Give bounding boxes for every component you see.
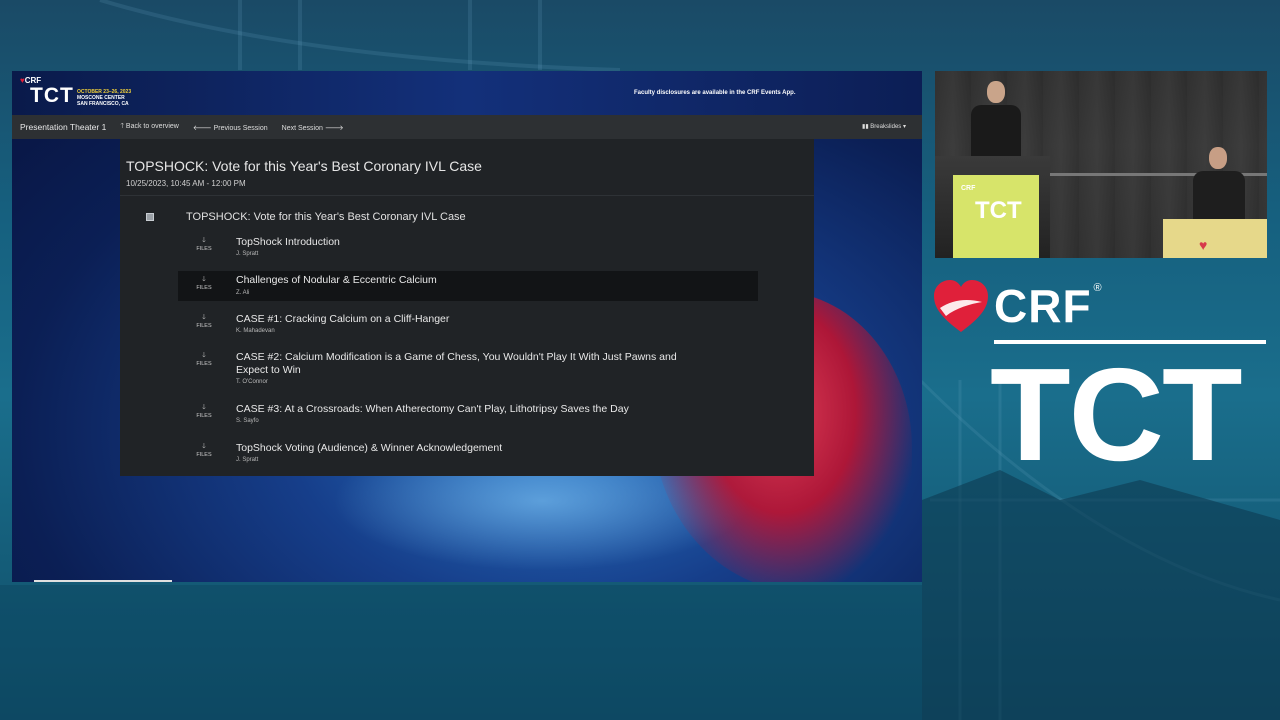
download-files-button[interactable]: 🡓 FILES — [194, 237, 214, 253]
crf-brand-text: CRF — [994, 280, 1092, 332]
talk-speaker: T. O'Connor — [236, 379, 268, 385]
talk-speaker: K. Mahadevan — [236, 328, 275, 334]
talk-item[interactable]: 🡓 FILES TopShock Voting (Audience) & Winn… — [178, 440, 758, 470]
download-files-button[interactable]: 🡓 FILES — [194, 276, 214, 292]
talk-speaker: J. Spratt — [236, 251, 259, 257]
next-session-link[interactable]: Next Session 🡒 — [282, 123, 344, 132]
crf-brand-logo: CRF ® — [932, 278, 1102, 334]
podium-tct-logo: TCT — [975, 197, 1022, 224]
files-label: FILES — [196, 361, 212, 367]
disclosure-text: Faculty disclosures are available in the… — [634, 90, 796, 96]
speaker-head — [987, 81, 1005, 103]
panelist-head — [1209, 147, 1227, 169]
arrow-right-icon: 🡒 — [322, 124, 344, 132]
speaker-camera-feed: CRF TCT ♥ — [935, 71, 1267, 258]
back-to-overview-link[interactable]: 🡑 Back to overview — [120, 122, 179, 133]
talk-title[interactable]: CASE #1: Cracking Calcium on a Cliff-Han… — [236, 313, 706, 326]
talk-speaker: Z. Ali — [236, 290, 250, 296]
download-files-button[interactable]: 🡓 FILES — [194, 443, 214, 459]
session-subtitle: TOPSHOCK: Vote for this Year's Best Coro… — [186, 211, 466, 223]
tct-logo: TCT — [30, 84, 74, 107]
navbar: Presentation Theater 1 🡑 Back to overvie… — [12, 115, 922, 139]
back-label: Back to overview — [125, 122, 179, 130]
prev-label: Previous Session — [213, 124, 268, 132]
session-datetime: 10/25/2023, 10:45 AM - 12:00 PM — [126, 179, 246, 188]
panelist-body — [1193, 171, 1245, 221]
talk-item[interactable]: 🡓 FILES TopShock Introduction J. Spratt — [178, 234, 758, 264]
podium-crf-logo: CRF — [961, 185, 976, 192]
files-label: FILES — [196, 452, 212, 458]
talk-title[interactable]: TopShock Voting (Audience) & Winner Ackn… — [236, 442, 706, 455]
arrow-down-icon: 🡓 — [202, 443, 206, 450]
talk-title[interactable]: CASE #3: At a Crossroads: When Atherecto… — [236, 403, 706, 416]
talk-item[interactable]: 🡓 FILES CASE #1: Cracking Calcium on a Cl… — [178, 311, 758, 341]
files-label: FILES — [196, 246, 212, 252]
arrow-left-icon: 🡐 — [192, 124, 214, 132]
podium-sign: CRF TCT — [953, 175, 1039, 258]
registered-mark: ® — [1093, 282, 1102, 294]
video-progress-bar[interactable] — [34, 580, 172, 582]
talk-speaker: S. Sayfo — [236, 418, 259, 424]
panel-table: ♥ — [1163, 219, 1267, 258]
download-files-button[interactable]: 🡓 FILES — [194, 314, 214, 330]
navbar-brand[interactable]: Presentation Theater 1 — [20, 122, 106, 132]
arrow-down-icon: 🡓 — [202, 352, 206, 359]
session-title: TOPSHOCK: Vote for this Year's Best Coro… — [126, 158, 482, 174]
files-label: FILES — [196, 285, 212, 291]
arrow-down-icon: 🡓 — [202, 237, 206, 244]
talk-speaker: J. Spratt — [236, 457, 259, 463]
files-label: FILES — [196, 323, 212, 329]
presentation-screen: ♥CRF TCT OCTOBER 23–26, 2023 MOSCONE CEN… — [12, 71, 922, 582]
previous-session-link[interactable]: 🡐 Previous Session — [193, 123, 268, 132]
seated-panelist — [1189, 147, 1249, 227]
event-info: OCTOBER 23–26, 2023 MOSCONE CENTER SAN F… — [77, 89, 131, 107]
next-label: Next Session — [281, 124, 323, 132]
divider — [120, 195, 814, 196]
session-panel: TOPSHOCK: Vote for this Year's Best Coro… — [120, 139, 814, 476]
event-banner: ♥CRF TCT OCTOBER 23–26, 2023 MOSCONE CEN… — [12, 71, 922, 115]
talk-title[interactable]: TopShock Introduction — [236, 236, 706, 249]
talk-item[interactable]: 🡓 FILES CASE #2: Calcium Modification is … — [178, 349, 758, 389]
speaker-at-podium — [965, 77, 1025, 167]
arrow-down-icon: 🡓 — [202, 276, 206, 283]
breakslides-label: Breakslides — [870, 124, 902, 130]
download-files-button[interactable]: 🡓 FILES — [194, 352, 214, 368]
tct-brand-text: TCT — [990, 341, 1243, 488]
arrow-down-icon: 🡓 — [202, 404, 206, 411]
files-label: FILES — [196, 413, 212, 419]
talk-item-highlighted[interactable]: 🡓 FILES Challenges of Nodular & Eccentric… — [178, 271, 758, 301]
caret-down-icon: ▾ — [901, 124, 906, 130]
download-files-button[interactable]: 🡓 FILES — [194, 404, 214, 420]
crf-heart-icon — [934, 280, 988, 332]
arrow-down-icon: 🡓 — [202, 314, 206, 321]
breakslides-dropdown[interactable]: ▮▮ Breakslides ▾ — [862, 123, 906, 130]
talk-item[interactable]: 🡓 FILES CASE #3: At a Crossroads: When At… — [178, 401, 758, 431]
talk-title[interactable]: CASE #2: Calcium Modification is a Game … — [236, 351, 706, 376]
talk-title[interactable]: Challenges of Nodular & Eccentric Calciu… — [236, 274, 706, 287]
session-square-icon — [146, 213, 154, 221]
event-city: SAN FRANCISCO, CA — [77, 101, 129, 107]
heart-icon: ♥ — [1199, 237, 1208, 253]
